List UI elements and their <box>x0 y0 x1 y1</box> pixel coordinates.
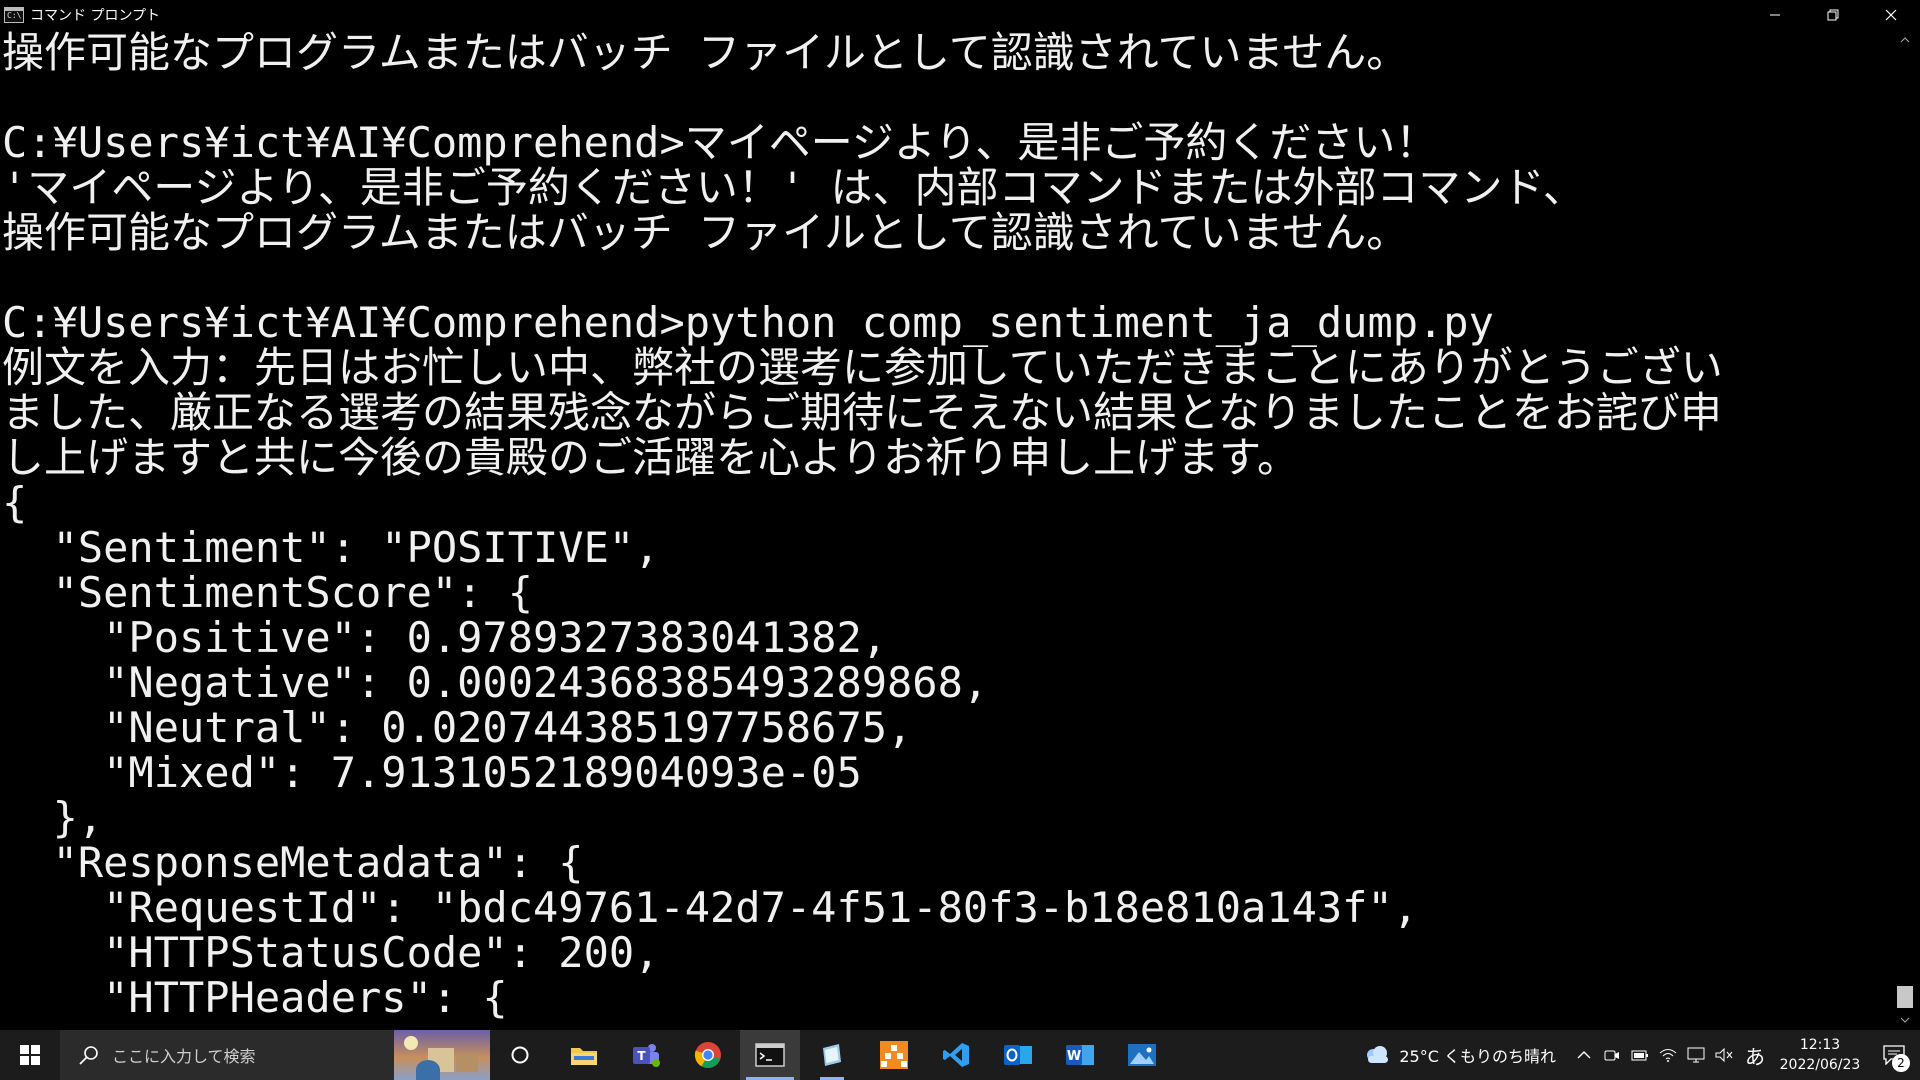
console-line: "Neutral": 0.020744385197758675, <box>2 703 913 752</box>
meet-now-button[interactable] <box>1598 1030 1626 1080</box>
building-graphic <box>456 1054 478 1072</box>
windows-logo-icon <box>20 1045 40 1065</box>
vertical-scrollbar[interactable] <box>1890 30 1920 1030</box>
show-hidden-icons-button[interactable] <box>1570 1030 1598 1080</box>
ime-mode-indicator[interactable]: あ <box>1738 1030 1772 1080</box>
chevron-up-icon <box>1900 37 1910 43</box>
cortana-icon <box>511 1046 529 1064</box>
close-icon <box>1885 9 1897 21</box>
close-button[interactable] <box>1862 0 1920 30</box>
weather-widget[interactable]: 25°C くもりのち晴れ <box>1363 1043 1556 1067</box>
console-line: し上げますと共に今後の貴殿のご活躍を心よりお祈り申し上げます。 <box>2 433 1299 482</box>
console-line: C:¥Users¥ict¥AI¥Comprehend>マイページより、是非ご予約… <box>2 118 1438 167</box>
clock[interactable]: 12:13 2022/06/23 <box>1772 1035 1868 1075</box>
notepad-app-button[interactable] <box>802 1030 862 1080</box>
word-icon: W <box>1066 1045 1094 1065</box>
moon-graphic <box>404 1036 418 1050</box>
weather-text: 25°C くもりのち晴れ <box>1399 1047 1556 1066</box>
minimize-icon <box>1770 14 1780 16</box>
scroll-thumb[interactable] <box>1897 986 1913 1008</box>
console-text: 操作可能なプログラムまたはバッチ ファイルとして認識されていません。 C:¥Use… <box>2 30 1723 1020</box>
search-highlight-illustration[interactable] <box>394 1030 490 1080</box>
title-bar[interactable]: C:\ コマンド プロンプト <box>0 0 1920 30</box>
scroll-up-arrow[interactable] <box>1890 30 1920 50</box>
console-line: "Positive": 0.9789327383041382, <box>2 613 888 662</box>
network-button[interactable] <box>1654 1030 1682 1080</box>
app-icon-glyph: C:\ <box>7 11 22 20</box>
photos-icon <box>1128 1044 1156 1066</box>
command-prompt-taskbar-button[interactable] <box>740 1030 800 1080</box>
console-line: }, <box>2 793 104 842</box>
console-line: "Mixed": 7.913105218904093e-05 <box>2 748 862 797</box>
word-button[interactable]: W <box>1050 1030 1110 1080</box>
system-tray: 25°C くもりのち晴れ あ 12:13 2022/06/23 2 <box>1363 1030 1920 1080</box>
command-prompt-icon <box>755 1043 785 1067</box>
console-line: "Sentiment": "POSITIVE", <box>2 523 660 572</box>
console-line: "ResponseMetadata": { <box>2 838 584 887</box>
battery-icon <box>1631 1050 1648 1061</box>
battery-button[interactable] <box>1626 1030 1654 1080</box>
command-prompt-window-icon[interactable]: C:\ <box>4 7 24 23</box>
svg-text:W: W <box>1067 1049 1081 1064</box>
console-line: 'マイページより、是非ご予約ください！' は、内部コマンドまたは外部コマンド、 <box>2 163 1585 212</box>
console-line: "Negative": 0.00024368385493289868, <box>2 658 989 707</box>
start-button[interactable] <box>0 1030 60 1080</box>
outlook-icon <box>1004 1045 1032 1065</box>
console-line: { <box>2 478 28 527</box>
wifi-icon <box>1659 1049 1677 1062</box>
teams-button[interactable]: T <box>616 1030 676 1080</box>
orange-app-icon <box>880 1041 908 1069</box>
console-line: "HTTPStatusCode": 200, <box>2 928 660 977</box>
taskbar: ここに入力して検索 T W 25°C くもりのち晴れ あ 12:13 2022/… <box>0 1030 1920 1080</box>
notification-center-button[interactable]: 2 <box>1868 1030 1920 1080</box>
console-line: "RequestId": "bdc49761-42d7-4f51-80f3-b1… <box>2 883 1419 932</box>
globe-graphic <box>416 1060 440 1080</box>
minimize-button[interactable] <box>1746 0 1804 30</box>
chevron-up-icon <box>1577 1051 1591 1059</box>
svg-text:T: T <box>637 1049 646 1063</box>
clock-date: 2022/06/23 <box>1779 1057 1861 1073</box>
file-explorer-icon <box>571 1048 597 1065</box>
console-output-area[interactable]: 操作可能なプログラムまたはバッチ ファイルとして認識されていません。 C:¥Use… <box>0 30 1890 1030</box>
console-line: "SentimentScore": { <box>2 568 534 617</box>
photos-button[interactable] <box>1112 1030 1172 1080</box>
cloudy-weather-icon <box>1367 1046 1389 1063</box>
window-controls <box>1746 0 1920 30</box>
chrome-icon <box>694 1042 721 1069</box>
taskbar-search-box[interactable]: ここに入力して検索 <box>60 1030 490 1080</box>
display-button[interactable] <box>1682 1030 1710 1080</box>
file-explorer-button[interactable] <box>554 1030 614 1080</box>
scroll-down-arrow[interactable] <box>1890 1010 1920 1030</box>
window-title: コマンド プロンプト <box>30 8 161 24</box>
vscode-icon <box>943 1043 969 1067</box>
notification-count-badge: 2 <box>1892 1054 1910 1072</box>
console-line: "HTTPHeaders": { <box>2 973 508 1022</box>
volume-button[interactable] <box>1710 1030 1738 1080</box>
search-placeholder: ここに入力して検索 <box>112 1047 256 1066</box>
meet-now-icon <box>1604 1050 1619 1061</box>
orange-app-button[interactable] <box>864 1030 924 1080</box>
vscode-button[interactable] <box>926 1030 986 1080</box>
restore-button[interactable] <box>1804 0 1862 30</box>
cortana-button[interactable] <box>490 1030 550 1080</box>
console-line: C:¥Users¥ict¥AI¥Comprehend>python comp_s… <box>2 298 1494 347</box>
outlook-button[interactable] <box>988 1030 1048 1080</box>
teams-icon: T <box>633 1044 660 1067</box>
console-line: 例文を入力：先日はお忙しい中、弊社の選考に参加していただきまことにありがとうござ… <box>2 343 1723 392</box>
console-line: 操作可能なプログラムまたはバッチ ファイルとして認識されていません。 <box>2 208 1409 257</box>
volume-muted-icon <box>1715 1048 1733 1062</box>
console-line: 操作可能なプログラムまたはバッチ ファイルとして認識されていません。 <box>2 30 1409 77</box>
clock-time: 12:13 <box>1799 1037 1841 1053</box>
notepad-app-icon <box>823 1044 841 1066</box>
chrome-button[interactable] <box>678 1030 738 1080</box>
console-line: ました、厳正なる選考の結果残念ながらご期待にそえない結果となりましたことをお詫び… <box>2 388 1722 437</box>
search-icon <box>79 1046 98 1065</box>
chevron-down-icon <box>1900 1017 1910 1023</box>
display-icon <box>1687 1047 1705 1063</box>
restore-icon <box>1827 9 1839 21</box>
